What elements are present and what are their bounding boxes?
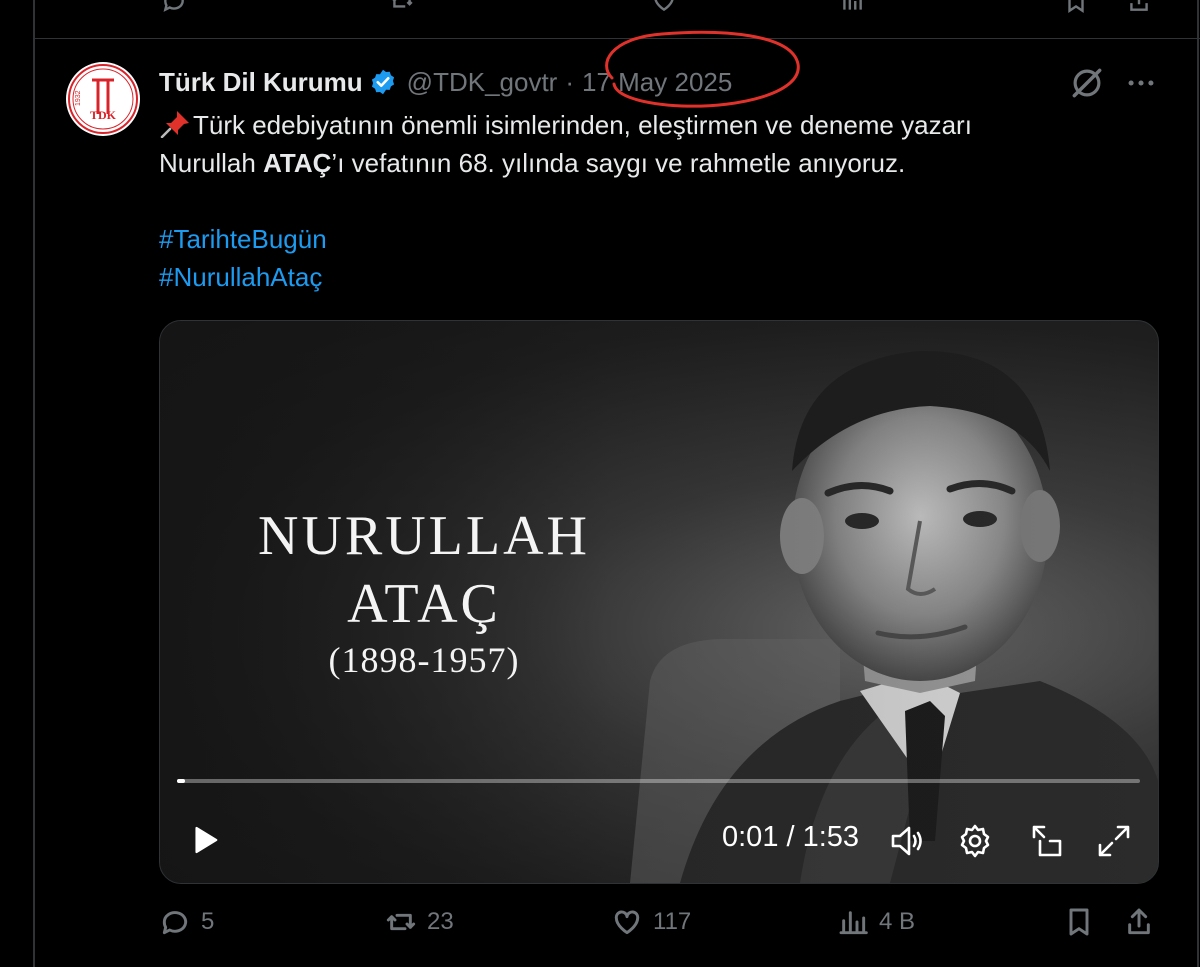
settings-icon[interactable] <box>955 821 995 861</box>
author-name[interactable]: Türk Dil Kurumu <box>159 67 363 98</box>
repost-button[interactable]: 23 <box>385 906 454 938</box>
bookmark-button[interactable] <box>1063 906 1095 938</box>
video-progress-bar[interactable] <box>177 779 1140 783</box>
tweet-text-part-1: Türk edebiyatının önemli isimlerinden, e… <box>193 110 972 140</box>
volume-icon[interactable] <box>887 821 927 861</box>
svg-text:1932: 1932 <box>75 90 82 106</box>
verified-badge-icon <box>371 69 394 95</box>
tweet-date[interactable]: 17 May 2025 <box>582 67 732 98</box>
repost-count: 23 <box>427 908 454 935</box>
like-icon[interactable] <box>651 0 677 20</box>
hashtag-link[interactable]: #TarihteBugün <box>159 220 1119 258</box>
bookmark-icon <box>1069 908 1089 936</box>
author-handle[interactable]: @TDK_govtr <box>407 67 558 98</box>
previous-tweet-actions <box>33 0 1200 38</box>
share-button[interactable] <box>1123 906 1155 938</box>
video-title-overlay: NURULLAH ATAÇ (1898-1957) <box>194 501 654 683</box>
more-icon[interactable] <box>1124 66 1158 100</box>
views-count: 4 B <box>879 908 916 935</box>
reply-button[interactable]: 5 <box>159 906 214 938</box>
views-icon[interactable] <box>839 0 865 20</box>
video-title-years: (1898-1957) <box>328 640 520 680</box>
bookmark-icon[interactable] <box>1063 0 1089 20</box>
column-border-right <box>1197 0 1199 967</box>
share-icon[interactable] <box>1126 0 1152 20</box>
video-title-last: ATAÇ <box>347 573 501 635</box>
tweet-divider <box>33 38 1200 39</box>
pin-icon <box>160 111 189 138</box>
svg-text:TDK: TDK <box>90 108 117 122</box>
tweet-header: Türk Dil Kurumu @TDK_govtr · 17 May 2025 <box>159 64 732 100</box>
like-icon <box>614 910 640 935</box>
video-title-first: NURULLAH <box>258 505 590 567</box>
grok-icon[interactable] <box>1068 64 1106 102</box>
play-icon[interactable] <box>188 823 222 857</box>
tweet-text: Türk edebiyatının önemli isimlerinden, e… <box>159 106 1119 296</box>
video-player[interactable]: NURULLAH ATAÇ (1898-1957) 0:01 / 1:53 <box>159 320 1159 884</box>
tweet-action-bar: 5 23 117 4 B <box>159 906 1159 950</box>
video-progress-fill <box>177 779 185 783</box>
reply-icon[interactable] <box>161 0 187 20</box>
fullscreen-icon[interactable] <box>1094 821 1134 861</box>
header-separator: · <box>565 66 574 97</box>
avatar-tdk-logo[interactable]: 1932 TDK <box>66 62 140 136</box>
hashtag-link[interactable]: #NurullahAtaç <box>159 258 1119 296</box>
repost-icon[interactable] <box>389 0 415 20</box>
tweet-text-part-2b: ’ı vefatının 68. yılında saygı ve rahmet… <box>331 148 906 178</box>
tweet-text-bold-name: ATAÇ <box>263 148 332 178</box>
tweet-text-line-2: Nurullah ATAÇ’ı vefatının 68. yılında sa… <box>159 144 1119 182</box>
reply-count: 5 <box>201 908 215 935</box>
share-icon <box>1128 908 1150 935</box>
views-button[interactable]: 4 B <box>837 906 915 938</box>
reply-icon <box>162 911 188 935</box>
pip-icon[interactable] <box>1026 821 1066 861</box>
views-icon <box>839 911 868 935</box>
like-count: 117 <box>653 908 692 935</box>
column-border-left <box>33 0 35 967</box>
video-time: 0:01 / 1:53 <box>722 821 860 853</box>
tweet-text-line-1: Türk edebiyatının önemli isimlerinden, e… <box>159 106 1119 144</box>
repost-icon <box>386 913 416 931</box>
like-button[interactable]: 117 <box>611 906 691 938</box>
tweet-text-part-2a: Nurullah <box>159 148 264 178</box>
